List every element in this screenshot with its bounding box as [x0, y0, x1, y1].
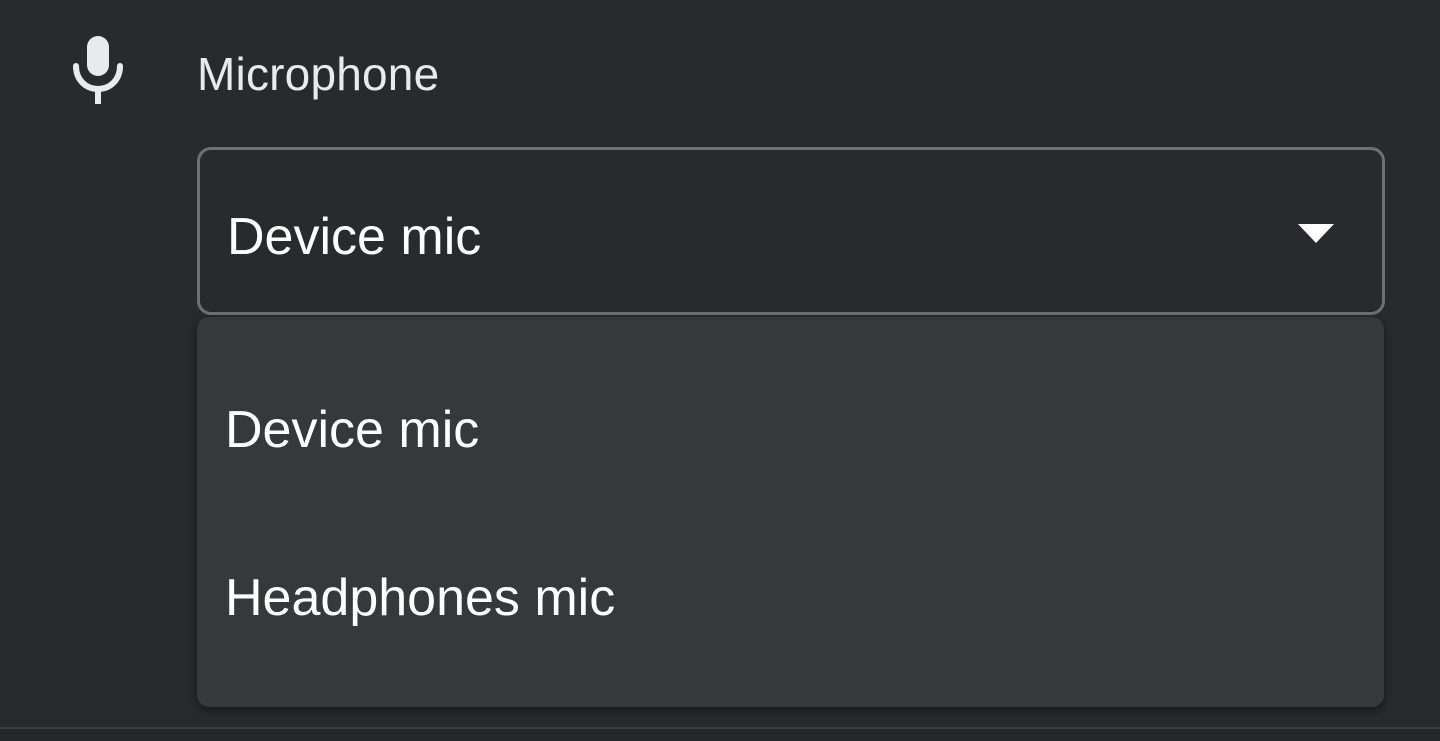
microphone-select[interactable]: Device mic [197, 147, 1385, 315]
selected-value: Device mic [227, 208, 482, 266]
microphone-dropdown-menu: Device mic Headphones mic [197, 317, 1384, 707]
section-title: Microphone [197, 48, 440, 100]
menu-item-headphones-mic[interactable]: Headphones mic [197, 538, 1384, 658]
microphone-section-header: Microphone [0, 0, 1440, 140]
microphone-settings-page: Microphone Device mic Device mic Headpho… [0, 0, 1440, 741]
microphone-icon [72, 36, 124, 104]
menu-item-label: Device mic [225, 401, 480, 459]
menu-item-label: Headphones mic [225, 569, 616, 627]
bottom-strip [0, 729, 1440, 741]
menu-item-device-mic[interactable]: Device mic [197, 370, 1384, 490]
chevron-down-icon [1298, 224, 1334, 244]
